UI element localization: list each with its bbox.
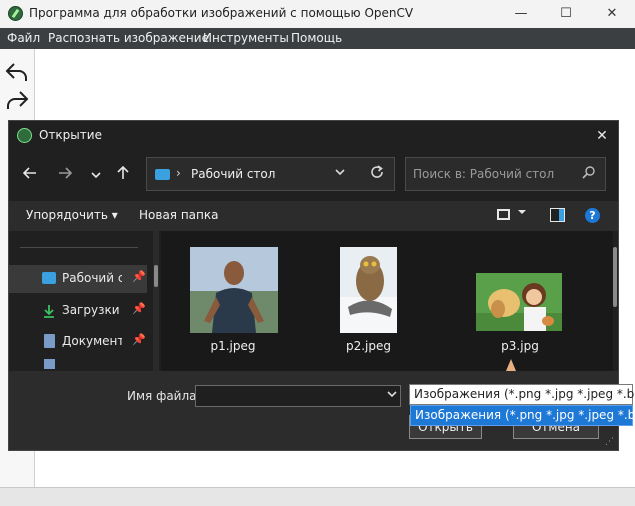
menu-file[interactable]: Файл <box>7 31 40 45</box>
desktop-icon <box>42 272 56 284</box>
help-icon[interactable]: ? <box>585 208 600 223</box>
nav-item-label: Загрузки <box>62 303 120 317</box>
dialog-title-bar: Открытие ✕ <box>9 121 618 151</box>
menu-help[interactable]: Помощь <box>291 31 342 45</box>
dialog-app-icon <box>17 128 32 143</box>
close-window-button[interactable]: ✕ <box>597 4 627 24</box>
view-dropdown-icon[interactable] <box>517 206 527 220</box>
menu-tools[interactable]: Инструменты <box>203 31 289 45</box>
preview-pane-icon[interactable] <box>550 208 565 222</box>
filetype-option[interactable]: Изображения (*.png *.jpg *.jpeg *.bmp) <box>410 405 635 426</box>
minimize-button[interactable]: — <box>506 4 536 24</box>
file-item-p3[interactable]: p3.jpg <box>433 231 562 371</box>
redo-icon[interactable] <box>4 87 30 113</box>
filename-input[interactable] <box>195 385 401 407</box>
partial-nav-icon <box>44 359 55 369</box>
address-dropdown-icon[interactable] <box>334 166 346 181</box>
forward-arrow-icon[interactable] <box>52 165 78 187</box>
download-icon <box>42 304 56 318</box>
filename-label: Имя файла: <box>127 389 201 403</box>
thumbnail-owl-photo <box>340 247 397 333</box>
file-item-p1[interactable]: p1.jpeg <box>169 231 279 371</box>
organize-button[interactable]: Упорядочить ▾ <box>26 208 118 222</box>
nav-item-label: Документы <box>62 334 122 348</box>
new-folder-button[interactable]: Новая папка <box>139 208 218 222</box>
file-list: p1.jpeg p2.jpeg p3.jpg <box>161 231 613 371</box>
nav-divider <box>20 247 138 248</box>
file-name: p1.jpeg <box>210 339 256 353</box>
recent-dropdown-icon[interactable] <box>83 165 109 187</box>
file-scrollbar[interactable] <box>613 231 618 371</box>
search-placeholder: Поиск в: Рабочий стол <box>413 167 555 181</box>
resize-grip-icon[interactable]: ⋰ <box>605 437 614 447</box>
nav-scrollbar[interactable] <box>153 231 159 371</box>
thumbnail-man-photo <box>190 247 278 333</box>
title-bar: Программа для обработки изображений с по… <box>0 0 635 28</box>
pin-icon: 📌 <box>132 333 146 346</box>
search-icon[interactable] <box>582 165 596 183</box>
thumbnail-girl-dog-photo <box>476 273 562 331</box>
address-bar[interactable]: › Рабочий стол <box>146 157 395 191</box>
up-arrow-icon[interactable] <box>110 165 136 187</box>
maximize-button[interactable]: ☐ <box>551 4 581 24</box>
file-item-p2[interactable]: p2.jpeg <box>301 231 411 371</box>
dialog-title: Открытие <box>39 128 102 142</box>
filetype-select[interactable]: Изображения (*.png *.jpg *.jpeg *.bmp) <box>409 384 635 405</box>
breadcrumb-separator: › <box>176 166 181 180</box>
breadcrumb-location[interactable]: Рабочий стол <box>191 167 275 181</box>
menu-recognize[interactable]: Распознать изображение <box>48 31 209 45</box>
horizontal-scrollbar[interactable] <box>0 487 635 506</box>
app-logo-icon <box>8 6 23 21</box>
nav-item-documents[interactable]: Документы 📌 <box>9 328 147 356</box>
dialog-close-button[interactable]: ✕ <box>592 126 612 146</box>
file-scroll-thumb[interactable] <box>613 247 617 307</box>
view-mode-icon[interactable] <box>497 209 510 220</box>
file-name: p2.jpeg <box>345 339 392 353</box>
undo-icon[interactable] <box>4 59 30 85</box>
dialog-toolbar: Упорядочить ▾ Новая папка ? <box>9 201 618 231</box>
filename-dropdown-icon[interactable] <box>386 388 398 403</box>
document-icon <box>44 334 55 348</box>
mouse-cursor-icon <box>506 359 516 371</box>
navigation-pane: Рабочий стол 📌 Загрузки 📌 Документы 📌 <box>9 231 153 371</box>
nav-item-downloads[interactable]: Загрузки 📌 <box>9 297 147 325</box>
back-arrow-icon[interactable] <box>17 165 43 187</box>
app-title: Программа для обработки изображений с по… <box>29 6 414 20</box>
nav-item-desktop[interactable]: Рабочий стол 📌 <box>9 265 147 293</box>
file-name: p3.jpg <box>501 339 539 353</box>
menu-bar: Файл Распознать изображение Инструменты … <box>0 28 635 49</box>
pin-icon: 📌 <box>132 270 146 283</box>
pin-icon: 📌 <box>132 302 146 315</box>
refresh-icon[interactable] <box>369 164 385 184</box>
desktop-folder-icon <box>155 169 170 180</box>
search-box[interactable]: Поиск в: Рабочий стол <box>405 157 606 191</box>
nav-item-label: Рабочий стол <box>62 271 122 285</box>
nav-scroll-thumb[interactable] <box>154 265 158 287</box>
